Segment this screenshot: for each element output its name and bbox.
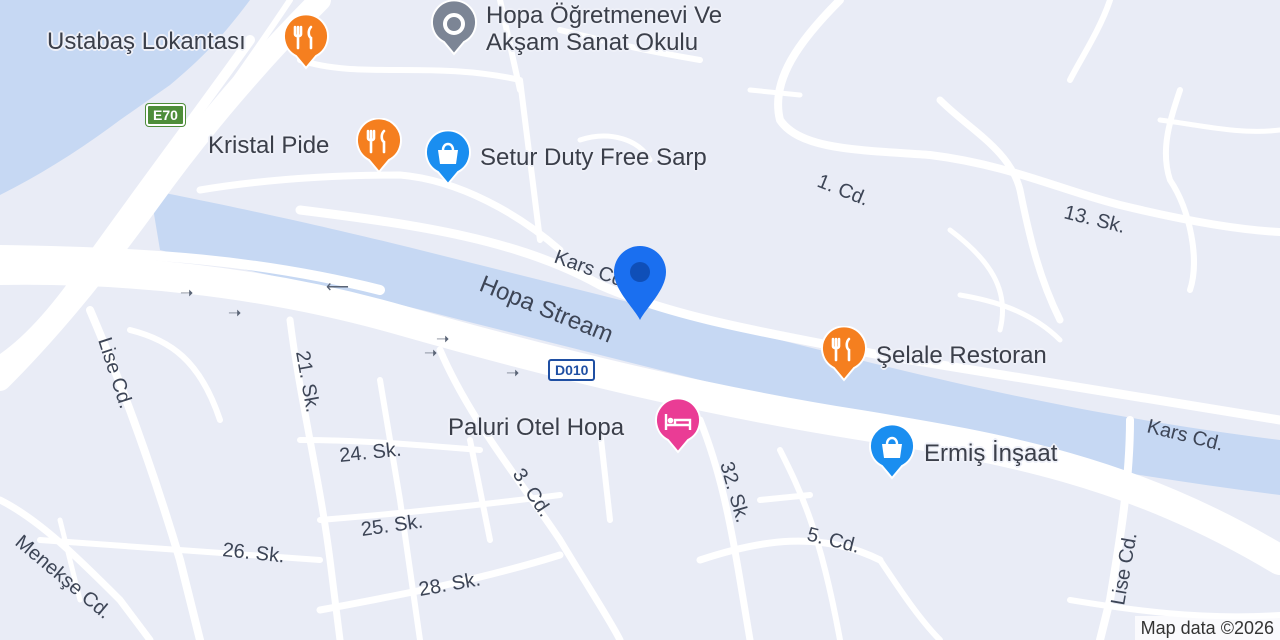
shopping-bag-icon[interactable] bbox=[424, 130, 472, 186]
arrow-east-4: ➝ bbox=[424, 345, 437, 362]
poi-label-ogretmenevi-line2: Akşam Sanat Okulu bbox=[486, 29, 699, 56]
map-canvas[interactable]: ➝ ➝ ⟵ ➝ ➝ ➝ Hopa Stream Kars Cd. Kars Cd… bbox=[0, 0, 1280, 640]
arrow-east-3: ➝ bbox=[436, 331, 449, 348]
e70-shield: E70 bbox=[146, 104, 185, 126]
poi-label-ogretmenevi-line1: Hopa Öğretmenevi Ve bbox=[486, 2, 723, 29]
poi-label-ogretmenevi[interactable]: Hopa Öğretmenevi Ve Akşam Sanat Okulu bbox=[486, 2, 722, 56]
poi-label-ermis[interactable]: Ermiş İnşaat bbox=[924, 440, 1057, 468]
d010-shield: D010 bbox=[548, 359, 596, 381]
poi-label-setur[interactable]: Setur Duty Free Sarp bbox=[480, 144, 707, 172]
school-icon[interactable] bbox=[430, 0, 478, 56]
poi-label-selale[interactable]: Şelale Restoran bbox=[876, 342, 1047, 370]
poi-label-paluri[interactable]: Paluri Otel Hopa bbox=[448, 414, 624, 442]
arrow-east-5: ➝ bbox=[506, 365, 519, 382]
arrow-east-1: ➝ bbox=[180, 285, 193, 302]
restaurant-icon[interactable] bbox=[820, 326, 868, 382]
restaurant-icon[interactable] bbox=[282, 14, 330, 70]
location-pin-dot bbox=[630, 262, 650, 282]
restaurant-icon[interactable] bbox=[355, 118, 403, 174]
shopping-bag-icon[interactable] bbox=[868, 424, 916, 480]
poi-label-kristal[interactable]: Kristal Pide bbox=[208, 132, 329, 160]
poi-label-ustabas[interactable]: Ustabaş Lokantası bbox=[47, 28, 246, 56]
hotel-bed-icon[interactable] bbox=[654, 398, 702, 454]
map-attribution[interactable]: Map data ©2026 bbox=[1134, 616, 1280, 640]
arrow-west-1: ⟵ bbox=[326, 279, 349, 296]
arrow-east-2: ➝ bbox=[228, 305, 241, 322]
